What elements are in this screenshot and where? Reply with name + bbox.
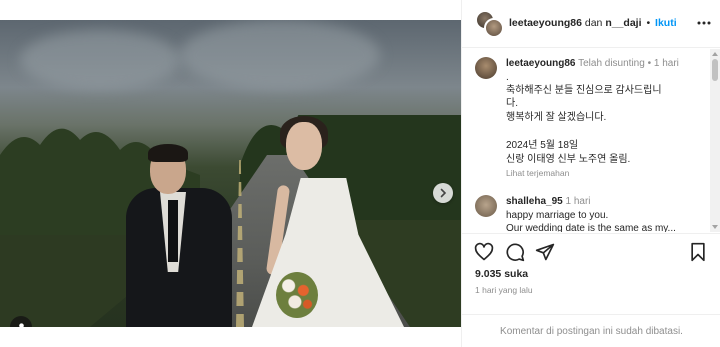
comment-icon[interactable] (505, 242, 525, 262)
author-username[interactable]: leetaeyoung86 (509, 17, 582, 29)
comments-section[interactable]: leetaeyoung86 Telah disunting • 1 hari .… (462, 49, 710, 232)
bride-face (286, 122, 322, 170)
bouquet (276, 272, 318, 318)
send-icon[interactable] (535, 242, 555, 262)
scroll-up-arrow[interactable] (712, 52, 718, 56)
separator: • (646, 17, 651, 29)
joiner-text: dan (584, 17, 603, 29)
avatar[interactable] (475, 57, 497, 79)
collab-avatars[interactable] (475, 10, 505, 38)
comment-time: 1 hari (565, 196, 591, 207)
comment-line: Our wedding date is the same as my... (506, 223, 676, 232)
user-icon (18, 322, 24, 327)
caption-line: 행복하게 잘 살겠습니다. (506, 112, 607, 123)
edited-label: Telah disunting (578, 58, 645, 69)
post-header: leetaeyoung86 dan n__daji • Ikuti (462, 0, 720, 48)
caption-username[interactable]: leetaeyoung86 (506, 58, 575, 69)
header-usernames: leetaeyoung86 dan n__daji • Ikuti (509, 17, 677, 29)
avatar (484, 18, 504, 38)
post-dialog: leetaeyoung86 dan n__daji • Ikuti leetae… (0, 0, 720, 347)
groom-hair (148, 144, 188, 162)
scroll-thumb[interactable] (712, 59, 718, 81)
collaborator-username[interactable]: n__daji (605, 17, 641, 29)
avatar[interactable] (475, 195, 497, 217)
caption-time: 1 hari (653, 58, 679, 69)
bookmark-icon[interactable] (688, 242, 708, 262)
more-horizontal-icon[interactable] (696, 16, 712, 30)
caption-header: leetaeyoung86 Telah disunting • 1 hari (506, 57, 679, 70)
post-side-panel: leetaeyoung86 dan n__daji • Ikuti leetae… (461, 0, 720, 347)
post-photo[interactable] (0, 20, 461, 327)
comment-header: shalleha_95 1 hari (506, 195, 591, 208)
comments-restricted-notice: Komentar di postingan ini sudah dibatasi… (462, 314, 720, 347)
caption-line: 다. (506, 98, 518, 109)
next-slide-button[interactable] (433, 183, 453, 203)
post-date: 1 hari yang lalu (475, 285, 533, 295)
comment-username[interactable]: shalleha_95 (506, 196, 563, 207)
caption-line: . (506, 72, 509, 83)
groom-tie (168, 200, 178, 262)
caption-line: 축하해주신 분들 진심으로 감사드립니 (506, 85, 662, 96)
caption-line: 2024년 5월 18일 (506, 140, 579, 151)
chevron-right-icon (440, 188, 447, 198)
follow-button[interactable]: Ikuti (655, 17, 677, 29)
see-translation-link[interactable]: Lihat terjemahan (506, 168, 569, 178)
cloud (20, 30, 180, 90)
heart-icon[interactable] (474, 242, 494, 262)
comments-scrollbar[interactable] (710, 49, 720, 232)
cloud (180, 20, 380, 90)
action-bar (462, 233, 720, 263)
caption-line: 신랑 이태영 신부 노주연 올림. (506, 154, 631, 165)
separator: • (647, 58, 652, 69)
like-count[interactable]: 9.035 suka (475, 268, 528, 280)
restricted-text: Komentar di postingan ini sudah dibatasi… (500, 325, 683, 337)
comment-line: happy marriage to you. (506, 210, 609, 221)
scroll-down-arrow[interactable] (712, 225, 718, 229)
